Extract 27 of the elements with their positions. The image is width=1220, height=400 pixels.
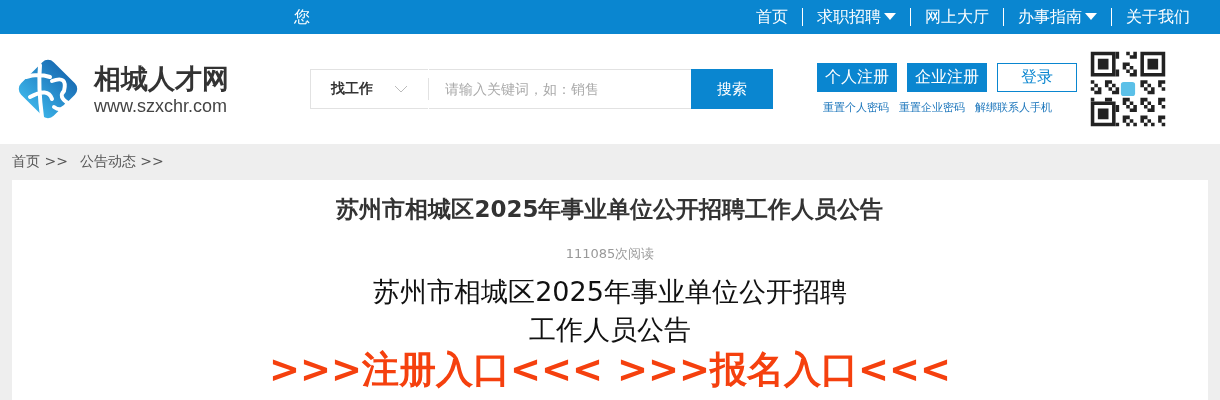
account-link[interactable]: 重置企业密码 <box>899 100 965 115</box>
nav-link[interactable]: 网上大厅 <box>911 6 1003 28</box>
view-count: 111085次阅读 <box>565 245 655 263</box>
nav-link[interactable]: 首页 <box>742 6 802 28</box>
caret-icon <box>1085 13 1097 21</box>
article-heading: 苏州市相城区2025年事业单位公开招聘 <box>373 275 847 309</box>
register-button[interactable]: 企业注册 <box>907 63 987 92</box>
caret-icon <box>884 13 896 21</box>
entry-link[interactable]: >>>报名入口<<< <box>617 349 951 391</box>
site-name: 相城人才网 <box>94 61 230 96</box>
greeting-text: 您 <box>294 6 310 28</box>
site-url: www.szxchr.com <box>94 95 229 117</box>
search-field[interactable]: 请输入关键词，如：销售 <box>429 69 691 109</box>
search-button[interactable]: 搜索 <box>691 69 773 109</box>
article-heading: 工作人员公告 <box>529 313 691 347</box>
nav-link[interactable]: 关于我们 <box>1112 6 1204 28</box>
account-link[interactable]: 重置个人密码 <box>823 100 889 115</box>
login-button[interactable]: 登录 <box>997 63 1077 92</box>
entry-link[interactable]: >>>注册入口<<< <box>269 349 603 391</box>
account-link[interactable]: 解绑联系人手机 <box>975 100 1052 115</box>
register-button[interactable]: 个人注册 <box>817 63 897 92</box>
nav-link[interactable]: 求职招聘 <box>803 6 910 28</box>
article-title: 苏州市相城区2025年事业单位公开招聘工作人员公告 <box>336 195 884 224</box>
chevron-icon <box>394 85 408 93</box>
breadcrumb-link[interactable]: 公告动态 >> <box>79 153 164 171</box>
breadcrumb-link[interactable]: 首页 >> <box>12 153 68 171</box>
nav-link[interactable]: 办事指南 <box>1004 6 1111 28</box>
